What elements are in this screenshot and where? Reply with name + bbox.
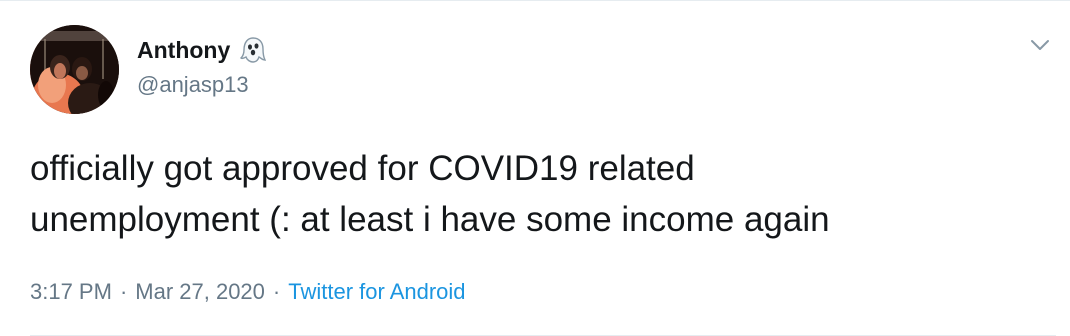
tweet-source-link[interactable]: Twitter for Android bbox=[288, 279, 465, 304]
ghost-icon bbox=[240, 36, 267, 64]
avatar-photo bbox=[30, 25, 119, 114]
author-handle[interactable]: @anjasp13 bbox=[137, 71, 249, 99]
tweet-text-line: officially got approved for COVID19 rela… bbox=[30, 149, 695, 188]
meta-separator: · bbox=[272, 279, 281, 304]
tweet-text: officially got approved for COVID19 rela… bbox=[30, 143, 1040, 245]
tweet-text-line: unemployment (: at least i have some inc… bbox=[30, 200, 830, 239]
author-name-row[interactable]: Anthony bbox=[137, 35, 267, 65]
author-display-name[interactable]: Anthony bbox=[137, 35, 230, 65]
tweet-date[interactable]: Mar 27, 2020 bbox=[135, 279, 265, 304]
tweet-meta: 3:17 PM · Mar 27, 2020 · Twitter for Android bbox=[30, 277, 466, 307]
avatar[interactable] bbox=[30, 25, 119, 114]
tweet-time[interactable]: 3:17 PM bbox=[30, 279, 112, 304]
chevron-down-icon[interactable] bbox=[1029, 37, 1051, 53]
tweet-card: Anthony @anjasp13 officially got approve… bbox=[0, 0, 1070, 336]
meta-separator: · bbox=[119, 279, 128, 304]
